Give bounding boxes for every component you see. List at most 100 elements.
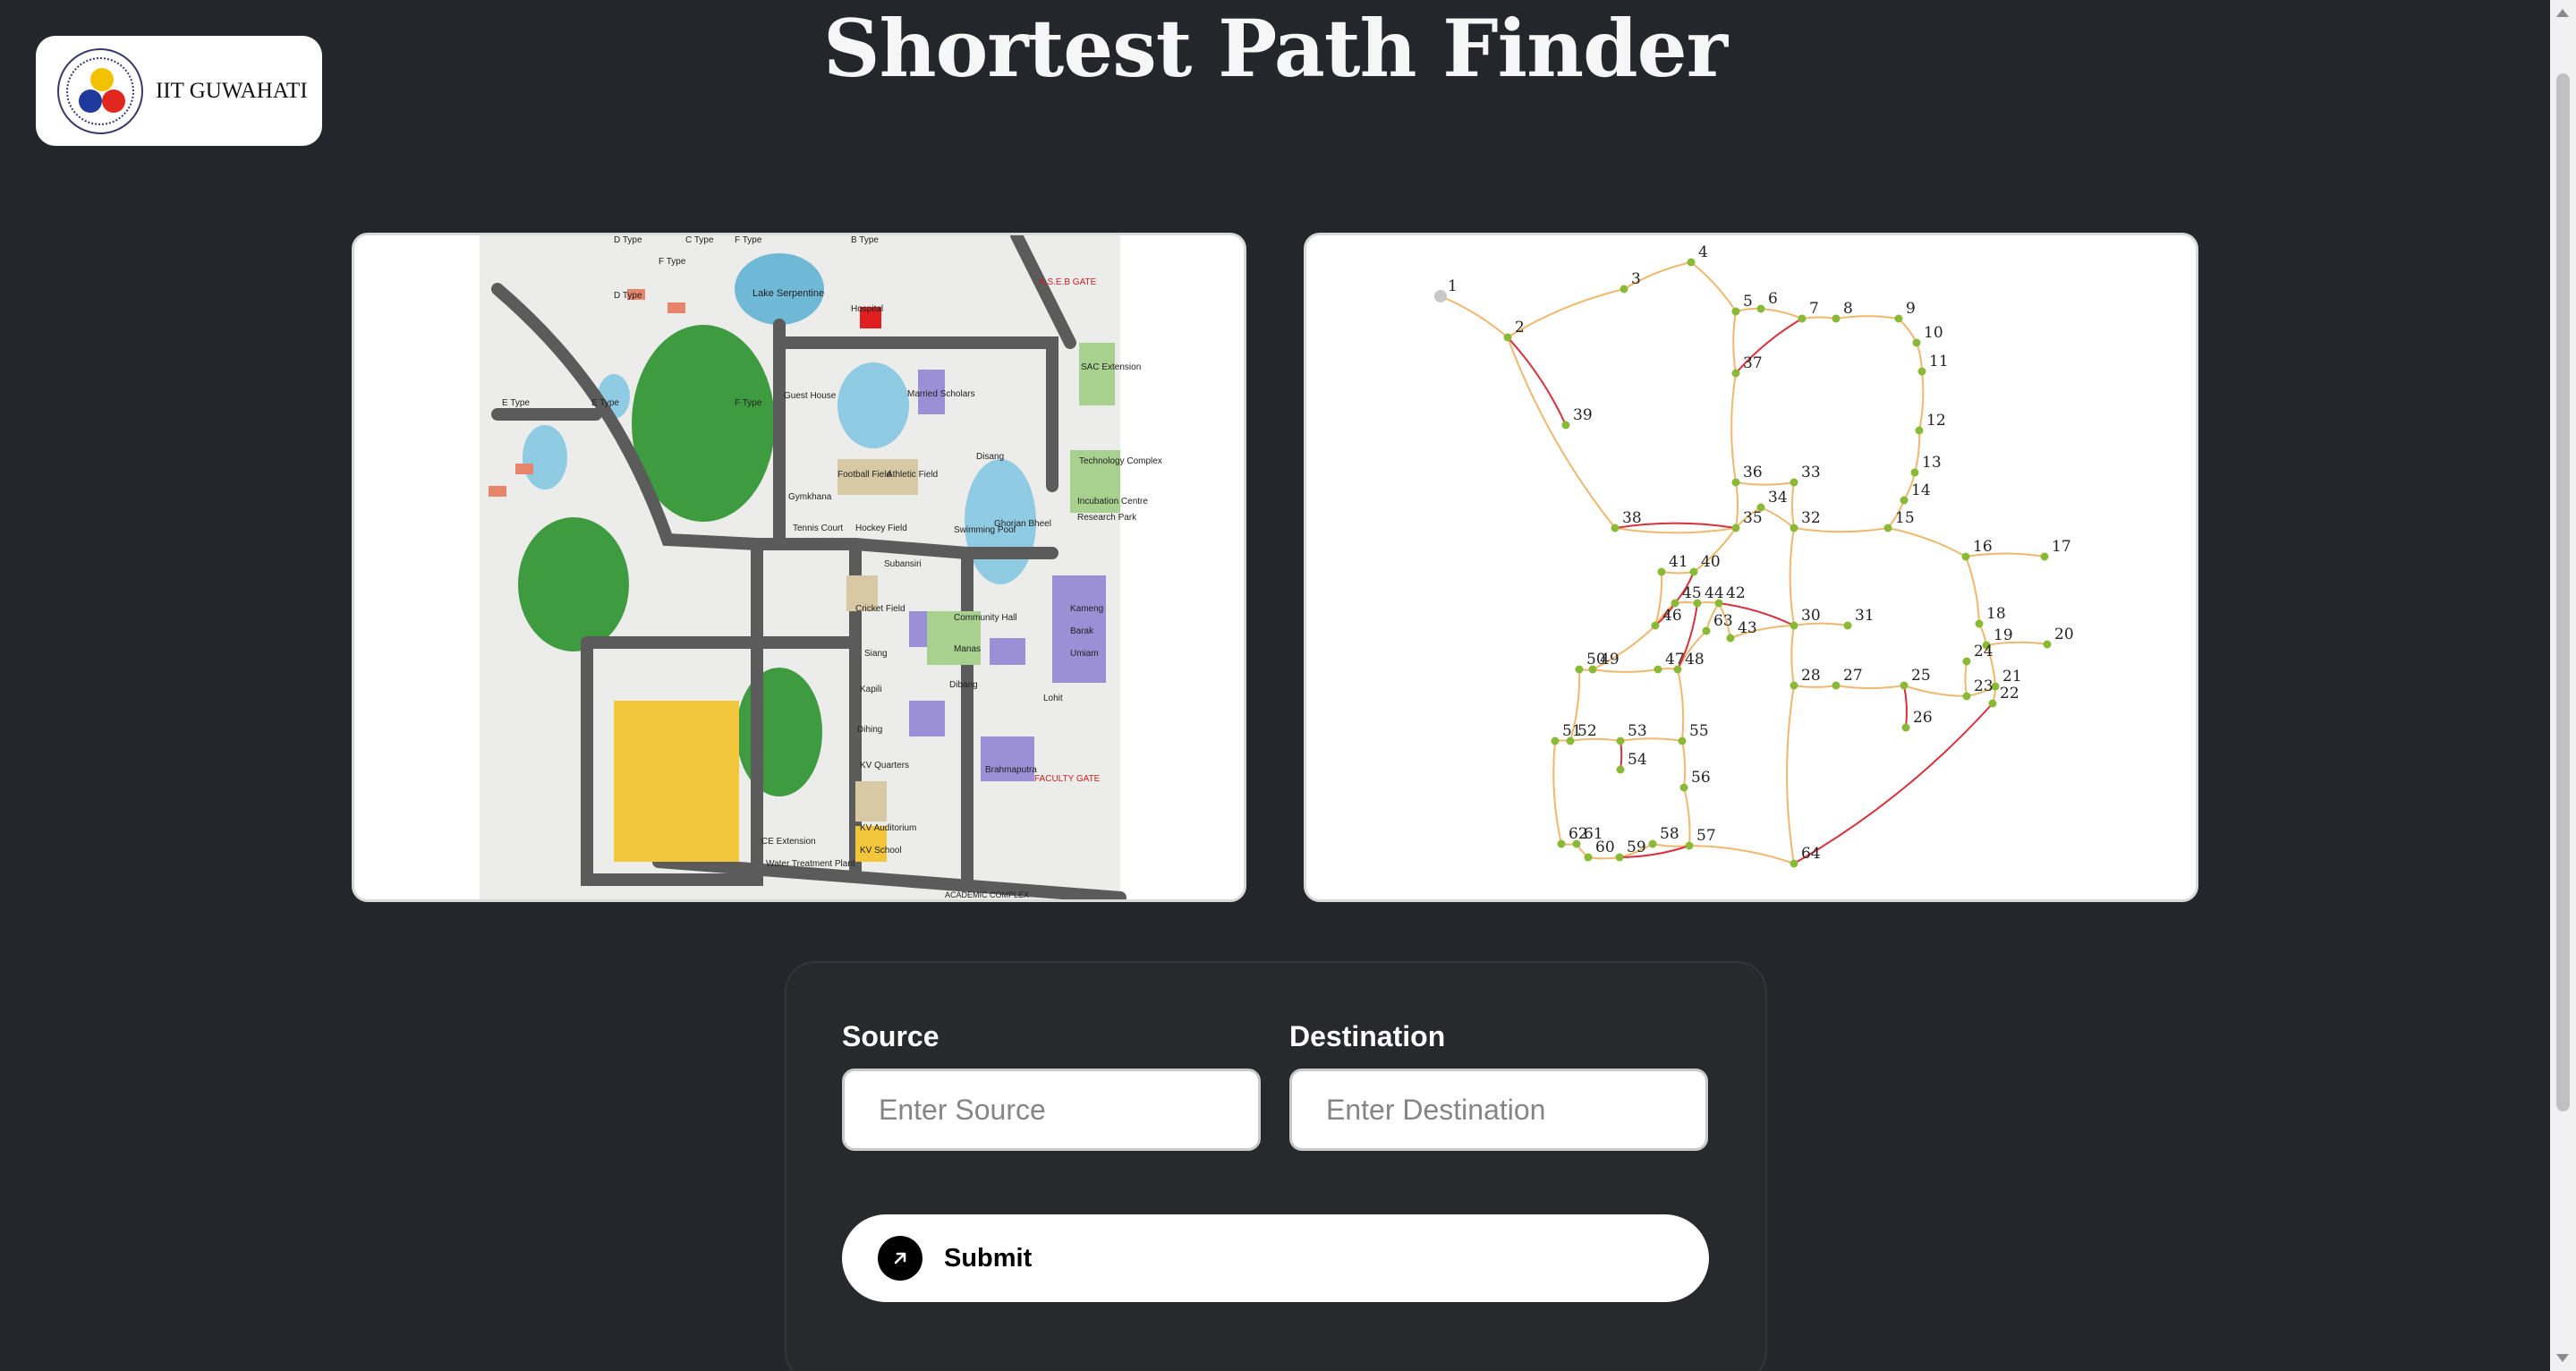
graph-node-label: 20 [2054,626,2074,643]
graph-node-label: 48 [1685,651,1705,668]
graph-node [1961,552,1970,561]
graph-node [1910,468,1919,477]
graph-node [1975,619,1984,628]
graph-node-label: 18 [1986,605,2006,623]
node-graph: 12345 67 8 910111213141516 171819 20212223242… [1306,235,2196,899]
graph-node-label: 23 [1974,677,1994,695]
graph-node [1731,307,1740,316]
graph-node [1790,681,1798,690]
graph-node-label: 55 [1689,722,1709,740]
graph-node-label: 10 [1924,324,1943,342]
source-label: Source [842,1020,939,1052]
graph-node [1962,692,1971,701]
graph-node [1687,258,1696,267]
scroll-down-icon[interactable] [2556,1354,2569,1362]
svg-text:Incubation Centre: Incubation Centre [1077,497,1148,507]
svg-text:Manas: Manas [954,644,981,654]
graph-node-label: 44 [1705,584,1724,602]
graph-node [1575,665,1584,674]
graph-node-label: 4 [1698,243,1708,261]
svg-text:D Type: D Type [614,291,642,301]
graph-node-label: 38 [1622,509,1642,527]
graph-node-label: 6 [1768,290,1778,308]
graph-node [1551,737,1560,745]
graph-node [1790,524,1798,532]
svg-text:Cricket Field: Cricket Field [855,604,905,614]
graph-node [2043,640,2052,649]
graph-node-label: 57 [1696,827,1716,845]
graph-node-label: 30 [1801,607,1821,625]
campus-map-panel: D Type C Type F Type B Type F Type D Type E … [352,233,1246,902]
graph-node [1790,478,1798,487]
graph-node-label: 11 [1929,353,1949,370]
graph-node [1900,496,1909,505]
graph-node-label: 13 [1922,454,1942,472]
graph-node [1790,621,1798,630]
graph-node-label: 9 [1906,300,1916,318]
graph-node-label: 41 [1669,553,1688,571]
graph-node [1883,524,1892,532]
graph-node [1901,723,1910,732]
graph-node-label: 50 [1586,651,1606,668]
graph-node-label: 59 [1627,839,1646,856]
graph-node [1912,338,1921,347]
graph-node-label: 2 [1515,319,1525,336]
graph-node [1584,853,1593,862]
svg-text:CE Extension: CE Extension [761,837,816,847]
graph-node [1962,657,1971,666]
svg-text:Community Hall: Community Hall [954,613,1017,623]
graph-node [1616,765,1625,774]
svg-text:Barak: Barak [1070,626,1094,636]
svg-text:E Type: E Type [502,398,530,408]
source-input[interactable] [842,1069,1261,1151]
graph-node [1832,314,1841,323]
graph-node-label: 25 [1911,667,1931,685]
graph-node-label: 17 [2052,538,2071,556]
submit-label: Submit [944,1243,1033,1273]
graph-node [1503,333,1512,342]
graph-node [1654,665,1662,674]
svg-text:E Type: E Type [591,398,619,408]
graph-node [1731,524,1740,532]
graph-node-label: 32 [1801,509,1821,527]
svg-text:Married Scholars: Married Scholars [907,389,975,399]
svg-text:F Type: F Type [735,235,762,245]
graph-node-label: 14 [1911,481,1931,499]
graph-node-label: 12 [1926,412,1946,430]
svg-text:Athletic Field: Athletic Field [887,470,938,480]
graph-node-label: 27 [1843,667,1863,685]
graph-node-label: 21 [2002,668,2022,686]
scroll-thumb[interactable] [2556,73,2570,1111]
page-scrollbar[interactable] [2550,0,2576,1371]
graph-node-label: 42 [1726,584,1746,602]
svg-text:Subansiri: Subansiri [884,559,922,569]
graph-node [1843,621,1852,630]
graph-node-label: 45 [1682,584,1702,602]
graph-node-label: 40 [1701,553,1721,571]
graph-node-label: 3 [1631,270,1641,288]
graph-node-label: 64 [1801,845,1821,863]
graph-node-label: 5 [1743,293,1753,311]
graph-node-label: 47 [1665,651,1685,668]
svg-text:KV School: KV School [860,846,902,856]
svg-text:SAC Extension: SAC Extension [1081,362,1141,372]
svg-text:D Type: D Type [614,235,642,245]
graph-node [1615,853,1624,862]
graph-node [1832,681,1841,690]
graph-node-label: 19 [1994,626,2013,644]
submit-button[interactable]: Submit [842,1214,1709,1302]
graph-node-label: 52 [1577,722,1597,740]
svg-text:Kameng: Kameng [1070,604,1103,614]
graph-node-label: 24 [1974,643,1994,660]
svg-text:A.S.E.B GATE: A.S.E.B GATE [1039,277,1097,287]
graph-node [1726,634,1735,643]
graph-node [1566,737,1575,745]
destination-input[interactable] [1289,1069,1708,1151]
scroll-up-icon[interactable] [2556,9,2569,17]
graph-node-label: 53 [1628,722,1647,740]
graph-node-label: 34 [1768,489,1788,507]
arrow-up-right-icon [878,1236,922,1281]
svg-text:Water Treatment Plant: Water Treatment Plant [766,859,855,869]
graph-node-label: 43 [1738,619,1757,637]
graph-node [1657,567,1666,576]
